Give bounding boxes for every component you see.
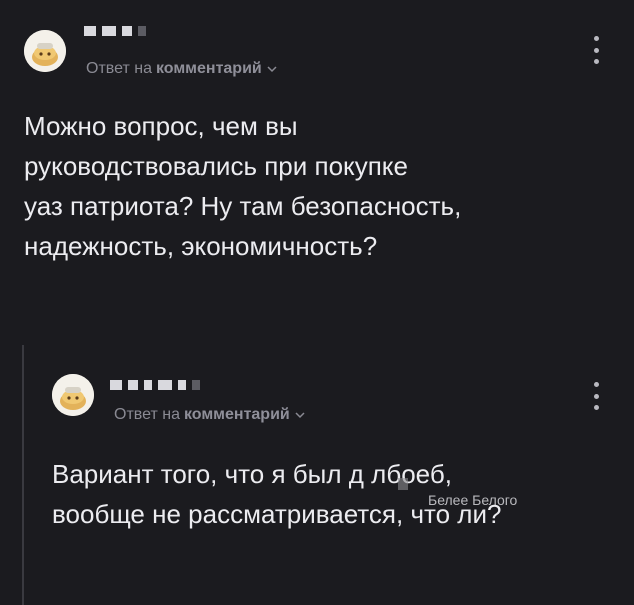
cat-avatar-icon [24, 30, 66, 72]
reply-prefix: Ответ на [86, 60, 152, 77]
comment-text: Можно вопрос, чем вы руководствовались п… [24, 111, 462, 261]
reply-target-link[interactable]: комментарий [156, 60, 262, 78]
thread-line [22, 345, 24, 605]
chevron-down-icon[interactable] [294, 409, 306, 421]
reply-target-link[interactable]: комментарий [184, 406, 290, 424]
reply-to-line[interactable]: Ответ на комментарий [114, 406, 306, 424]
avatar[interactable] [24, 30, 66, 72]
avatar[interactable] [52, 374, 94, 416]
cat-avatar-icon [52, 374, 94, 416]
author-name-redacted[interactable] [110, 378, 200, 392]
more-vertical-icon[interactable] [591, 36, 601, 64]
censor-blur [398, 478, 408, 490]
more-vertical-icon[interactable] [591, 382, 601, 410]
comment-text: Вариант того, что я был д лбоеб, вообще … [52, 459, 502, 529]
reply-prefix: Ответ на [114, 406, 180, 423]
reply-to-line[interactable]: Ответ на комментарий [86, 60, 278, 78]
watermark-text: Белее Белого [428, 492, 518, 508]
author-name-redacted[interactable] [84, 24, 146, 38]
chevron-down-icon[interactable] [266, 63, 278, 75]
